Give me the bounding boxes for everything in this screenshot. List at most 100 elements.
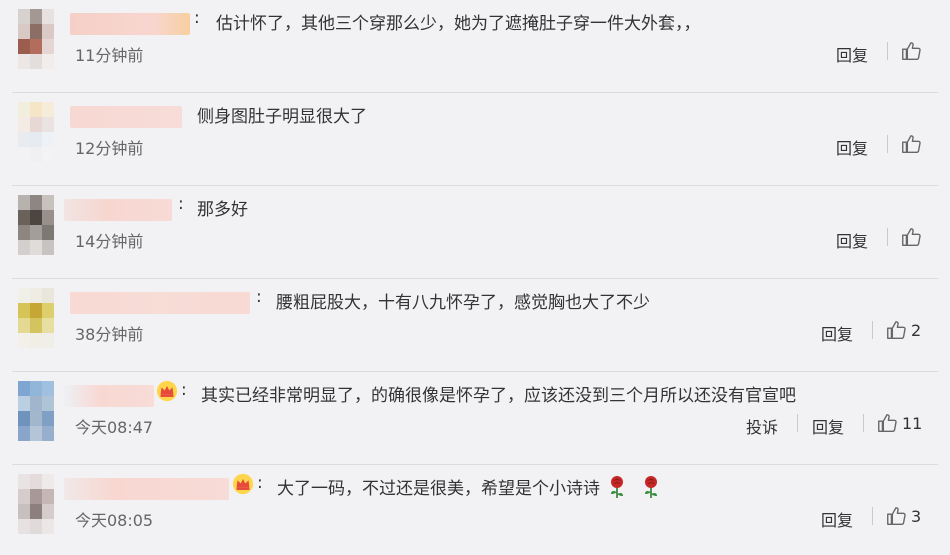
divider <box>863 414 864 432</box>
reply-button[interactable]: 回复 <box>821 507 853 531</box>
avatar-pixel <box>18 474 30 489</box>
divider <box>872 507 873 525</box>
thumbs-up-icon <box>878 414 897 432</box>
avatar-pixel <box>18 102 30 117</box>
avatar-pixel <box>18 132 30 147</box>
reply-button[interactable]: 回复 <box>836 42 868 66</box>
avatar[interactable] <box>18 102 54 162</box>
avatar-pixel <box>42 381 54 396</box>
avatar-pixel <box>30 102 42 117</box>
avatar-pixel <box>30 39 42 54</box>
avatar-pixel <box>18 117 30 132</box>
colon: : <box>178 194 184 214</box>
avatar-pixel <box>18 333 30 348</box>
comment-text: 其实已经非常明显了，的确很像是怀孕了，应该还没到三个月所以还没有官宣吧 <box>201 386 796 406</box>
avatar-pixel <box>30 474 42 489</box>
reply-button[interactable]: 回复 <box>836 228 868 252</box>
avatar-pixel <box>18 318 30 333</box>
like-button[interactable]: 2 <box>885 319 921 341</box>
colon: : <box>194 8 200 28</box>
avatar-pixel <box>42 102 54 117</box>
avatar-pixel <box>30 426 42 441</box>
avatar-pixel <box>18 303 30 318</box>
report-button[interactable]: 投诉 <box>746 414 778 438</box>
avatar-pixel <box>42 474 54 489</box>
avatar-pixel <box>42 333 54 348</box>
username[interactable] <box>64 385 154 407</box>
like-count: 2 <box>911 320 922 340</box>
avatar-pixel <box>30 288 42 303</box>
username[interactable] <box>64 478 229 500</box>
avatar-pixel <box>42 132 54 147</box>
comment-item: : 那多好 14分钟前 回复 <box>0 186 950 279</box>
username[interactable] <box>70 106 182 128</box>
avatar[interactable] <box>18 9 54 69</box>
username[interactable] <box>70 292 250 314</box>
avatar-pixel <box>18 9 30 24</box>
avatar-pixel <box>18 195 30 210</box>
avatar-pixel <box>18 489 30 504</box>
avatar-pixel <box>42 426 54 441</box>
reply-button[interactable]: 回复 <box>836 135 868 159</box>
avatar[interactable] <box>18 288 54 348</box>
avatar-pixel <box>42 318 54 333</box>
like-button[interactable]: 11 <box>876 412 922 434</box>
avatar-pixel <box>42 225 54 240</box>
comment-item: : 估计怀了，其他三个穿那么少，她为了遮掩肚子穿一件大外套，， 11分钟前 回复 <box>0 0 950 93</box>
reply-button[interactable]: 回复 <box>812 414 844 438</box>
avatar-pixel <box>42 147 54 162</box>
avatar-pixel <box>30 195 42 210</box>
username[interactable] <box>70 13 190 35</box>
avatar-pixel <box>30 396 42 411</box>
avatar-pixel <box>42 9 54 24</box>
comment-item: : 其实已经非常明显了，的确很像是怀孕了，应该还没到三个月所以还没有官宣吧 今天… <box>0 372 950 465</box>
like-button[interactable]: 3 <box>885 505 921 527</box>
colon: : <box>181 380 187 400</box>
like-count: 3 <box>911 506 922 526</box>
like-count: 11 <box>902 413 923 433</box>
like-button[interactable] <box>900 226 926 248</box>
avatar-pixel <box>18 411 30 426</box>
divider <box>887 42 888 60</box>
avatar-pixel <box>42 210 54 225</box>
divider <box>797 414 798 432</box>
avatar-pixel <box>42 117 54 132</box>
avatar-pixel <box>18 426 30 441</box>
rose-emoji-icon <box>645 476 657 498</box>
avatar-pixel <box>30 132 42 147</box>
avatar-pixel <box>30 117 42 132</box>
avatar-pixel <box>30 411 42 426</box>
comment-text: 腰粗屁股大，十有八九怀孕了，感觉胸也大了不少 <box>276 293 650 313</box>
avatar-pixel <box>18 396 30 411</box>
avatar[interactable] <box>18 195 54 255</box>
avatar[interactable] <box>18 381 54 441</box>
comment-item: : 腰粗屁股大，十有八九怀孕了，感觉胸也大了不少 38分钟前 回复 2 <box>0 279 950 372</box>
avatar-pixel <box>42 54 54 69</box>
divider <box>872 321 873 339</box>
avatar-pixel <box>30 24 42 39</box>
avatar-pixel <box>30 147 42 162</box>
like-button[interactable] <box>900 40 926 62</box>
avatar-pixel <box>18 519 30 534</box>
comment-time: 38分钟前 <box>75 325 144 344</box>
comment-text: 侧身图肚子明显很大了 <box>197 107 367 127</box>
avatar-pixel <box>18 210 30 225</box>
avatar-pixel <box>42 396 54 411</box>
avatar-pixel <box>42 504 54 519</box>
avatar-pixel <box>18 240 30 255</box>
avatar-pixel <box>30 333 42 348</box>
rose-emoji-icon <box>611 476 623 498</box>
avatar[interactable] <box>18 474 54 534</box>
comment-item: : 大了一码，不过还是很美，希望是个小诗诗 今天08:05 回复 3 <box>0 465 950 555</box>
colon: : <box>256 287 262 307</box>
reply-button[interactable]: 回复 <box>821 321 853 345</box>
avatar-pixel <box>30 489 42 504</box>
avatar-pixel <box>42 411 54 426</box>
avatar-pixel <box>30 519 42 534</box>
avatar-pixel <box>42 195 54 210</box>
crown-icon <box>232 473 254 495</box>
avatar-pixel <box>30 54 42 69</box>
avatar-pixel <box>42 39 54 54</box>
username[interactable] <box>64 199 172 221</box>
like-button[interactable] <box>900 133 926 155</box>
